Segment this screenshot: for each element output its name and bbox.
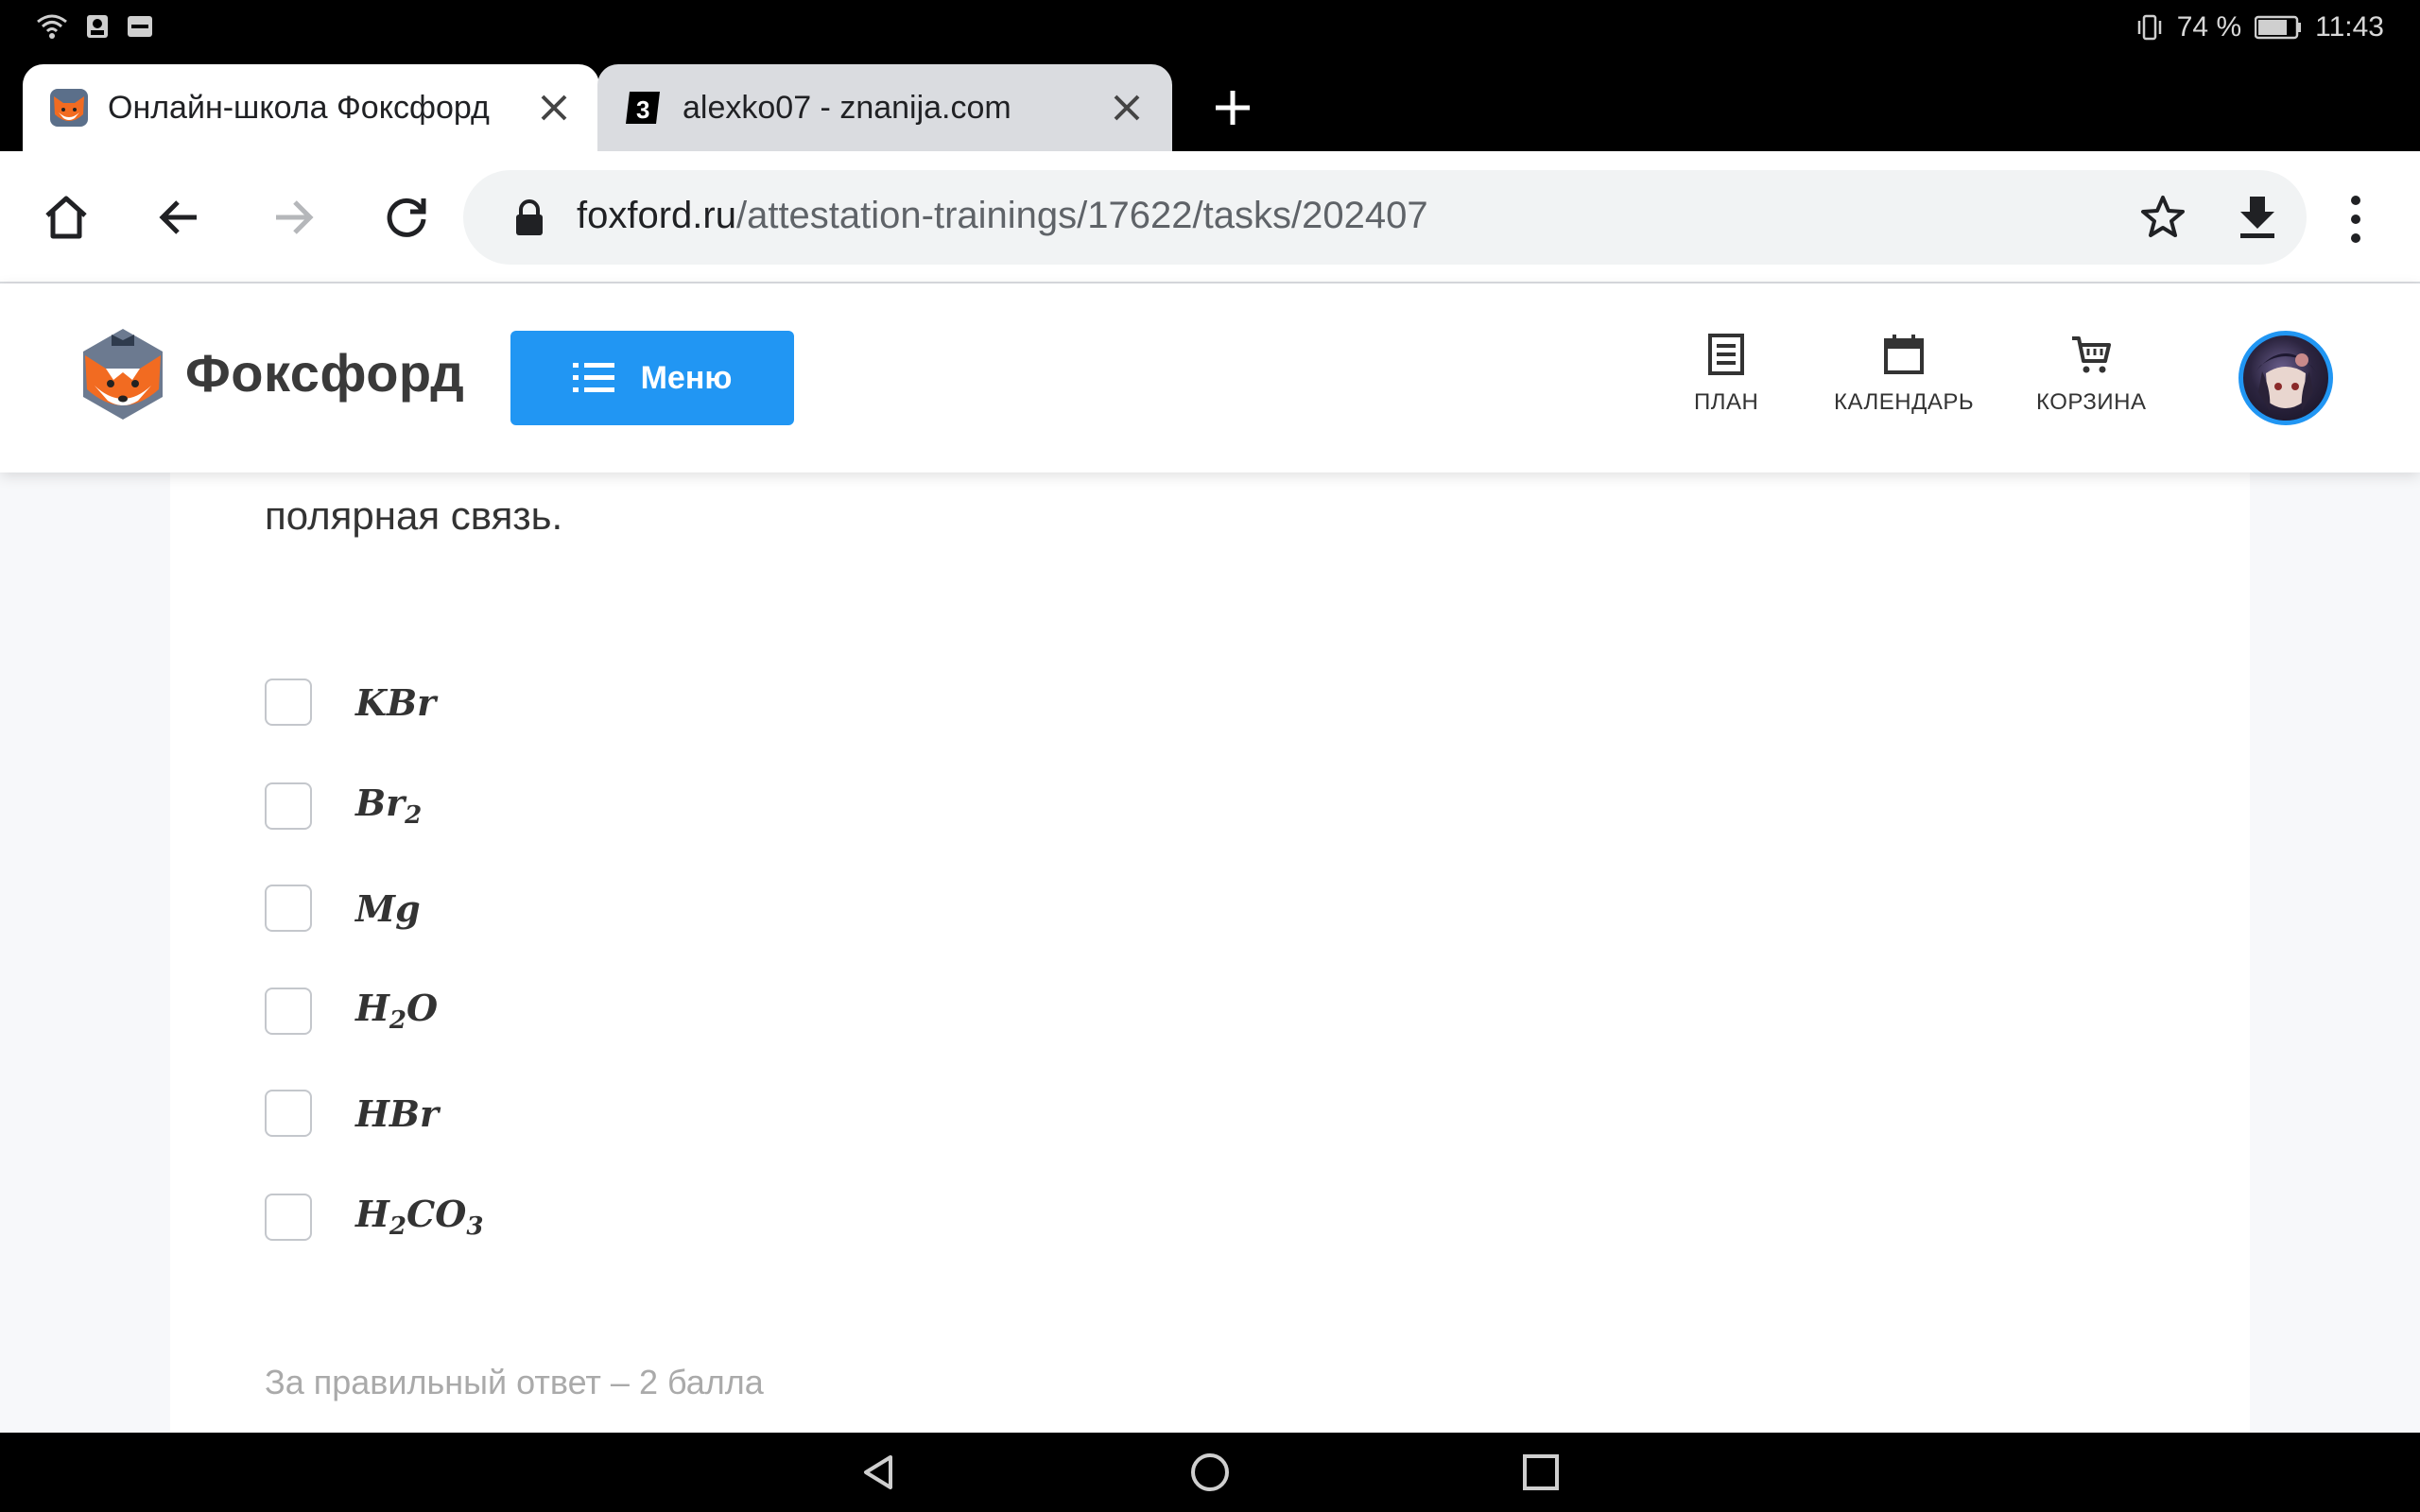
plan-icon xyxy=(1708,334,1745,375)
close-tab-icon[interactable] xyxy=(1108,89,1146,127)
menu-button[interactable]: Меню xyxy=(510,331,794,425)
answer-option[interactable]: Mg xyxy=(265,885,421,932)
new-tab-icon[interactable] xyxy=(1210,85,1255,130)
url-text[interactable]: foxford.ru/attestation-trainings/17622/t… xyxy=(577,195,1428,237)
formula-label: HBr xyxy=(355,1091,440,1135)
tab-title: Онлайн-школа Фоксфорд xyxy=(108,89,490,126)
answer-option[interactable]: KBr xyxy=(265,679,436,726)
more-menu-icon[interactable] xyxy=(2339,193,2373,246)
nav-recents-icon[interactable] xyxy=(1520,1452,1562,1493)
nav-plan[interactable]: ПЛАН xyxy=(1694,333,1758,416)
url-path: /attestation-trainings/17622/tasks/20240… xyxy=(735,195,1428,236)
formula-label: Mg xyxy=(355,886,421,930)
sms-icon xyxy=(128,16,152,37)
site-header: Фоксфорд Меню ПЛАН КАЛЕНДАРЬ КОРЗИНА xyxy=(0,284,2420,472)
menu-label: Меню xyxy=(640,359,733,396)
home-icon[interactable] xyxy=(40,191,93,244)
avatar[interactable] xyxy=(2238,331,2333,425)
wifi-icon xyxy=(37,14,67,39)
list-icon xyxy=(572,363,614,392)
nav-label: КАЛЕНДАРЬ xyxy=(1834,389,1975,415)
nav-label: ПЛАН xyxy=(1694,389,1759,415)
vibrate-icon xyxy=(2137,14,2161,41)
nav-calendar[interactable]: КАЛЕНДАРЬ xyxy=(1834,333,1974,416)
download-icon[interactable] xyxy=(2233,193,2282,242)
fox-favicon-icon xyxy=(50,89,88,127)
option-checkbox[interactable] xyxy=(265,782,312,830)
question-text: полярная связь. xyxy=(265,493,563,538)
nav-home-icon[interactable] xyxy=(1189,1452,1231,1493)
option-checkbox[interactable] xyxy=(265,1193,312,1241)
foxford-logo-icon[interactable] xyxy=(79,327,166,421)
tab-znanija[interactable]: 3 alexko07 - znanija.com xyxy=(597,64,1172,151)
svg-text:3: 3 xyxy=(636,95,649,124)
bookmark-star-icon[interactable] xyxy=(2138,193,2187,242)
answer-option[interactable]: H2CO3 xyxy=(265,1193,483,1241)
formula-label: H2CO3 xyxy=(355,1193,484,1241)
notification-icon xyxy=(87,15,108,38)
battery-icon xyxy=(2255,15,2302,40)
tab-strip: Онлайн-школа Фоксфорд 3 alexko07 - znani… xyxy=(0,59,2420,151)
option-checkbox[interactable] xyxy=(265,679,312,726)
answer-option[interactable]: H2O xyxy=(265,987,438,1035)
formula-label: KBr xyxy=(355,680,437,724)
formula-label: H2O xyxy=(355,987,439,1035)
points-note: За правильный ответ – 2 балла xyxy=(265,1363,764,1401)
reload-icon[interactable] xyxy=(380,191,433,244)
znanija-favicon-icon: 3 xyxy=(626,92,660,124)
battery-percent: 74 % xyxy=(2176,11,2242,43)
clock: 11:43 xyxy=(2315,11,2384,43)
option-checkbox[interactable] xyxy=(265,885,312,932)
answer-option[interactable]: Br2 xyxy=(265,782,422,830)
nav-label: КОРЗИНА xyxy=(2036,389,2147,415)
formula-label: Br2 xyxy=(355,782,423,830)
address-bar[interactable]: foxford.ru/attestation-trainings/17622/t… xyxy=(463,170,2307,265)
answer-option[interactable]: HBr xyxy=(265,1090,439,1137)
tab-foxford[interactable]: Онлайн-школа Фоксфорд xyxy=(23,64,599,151)
calendar-icon xyxy=(1884,335,1925,374)
cart-icon xyxy=(2072,336,2112,373)
forward-arrow-icon[interactable] xyxy=(267,191,320,244)
status-bar: 74 % 11:43 xyxy=(0,0,2420,59)
option-checkbox[interactable] xyxy=(265,987,312,1035)
nav-cart[interactable]: КОРЗИНА xyxy=(2036,333,2146,416)
back-arrow-icon[interactable] xyxy=(153,191,206,244)
close-tab-icon[interactable] xyxy=(535,89,573,127)
android-nav-bar xyxy=(0,1433,2420,1512)
option-checkbox[interactable] xyxy=(265,1090,312,1137)
logo-text[interactable]: Фоксфорд xyxy=(185,342,464,404)
tab-title: alexko07 - znanija.com xyxy=(683,89,1011,126)
avatar-image-icon xyxy=(2253,353,2319,411)
url-host: foxford.ru xyxy=(577,195,736,236)
browser-toolbar: foxford.ru/attestation-trainings/17622/t… xyxy=(0,151,2420,284)
nav-back-icon[interactable] xyxy=(858,1452,900,1493)
lock-icon[interactable] xyxy=(512,198,546,236)
